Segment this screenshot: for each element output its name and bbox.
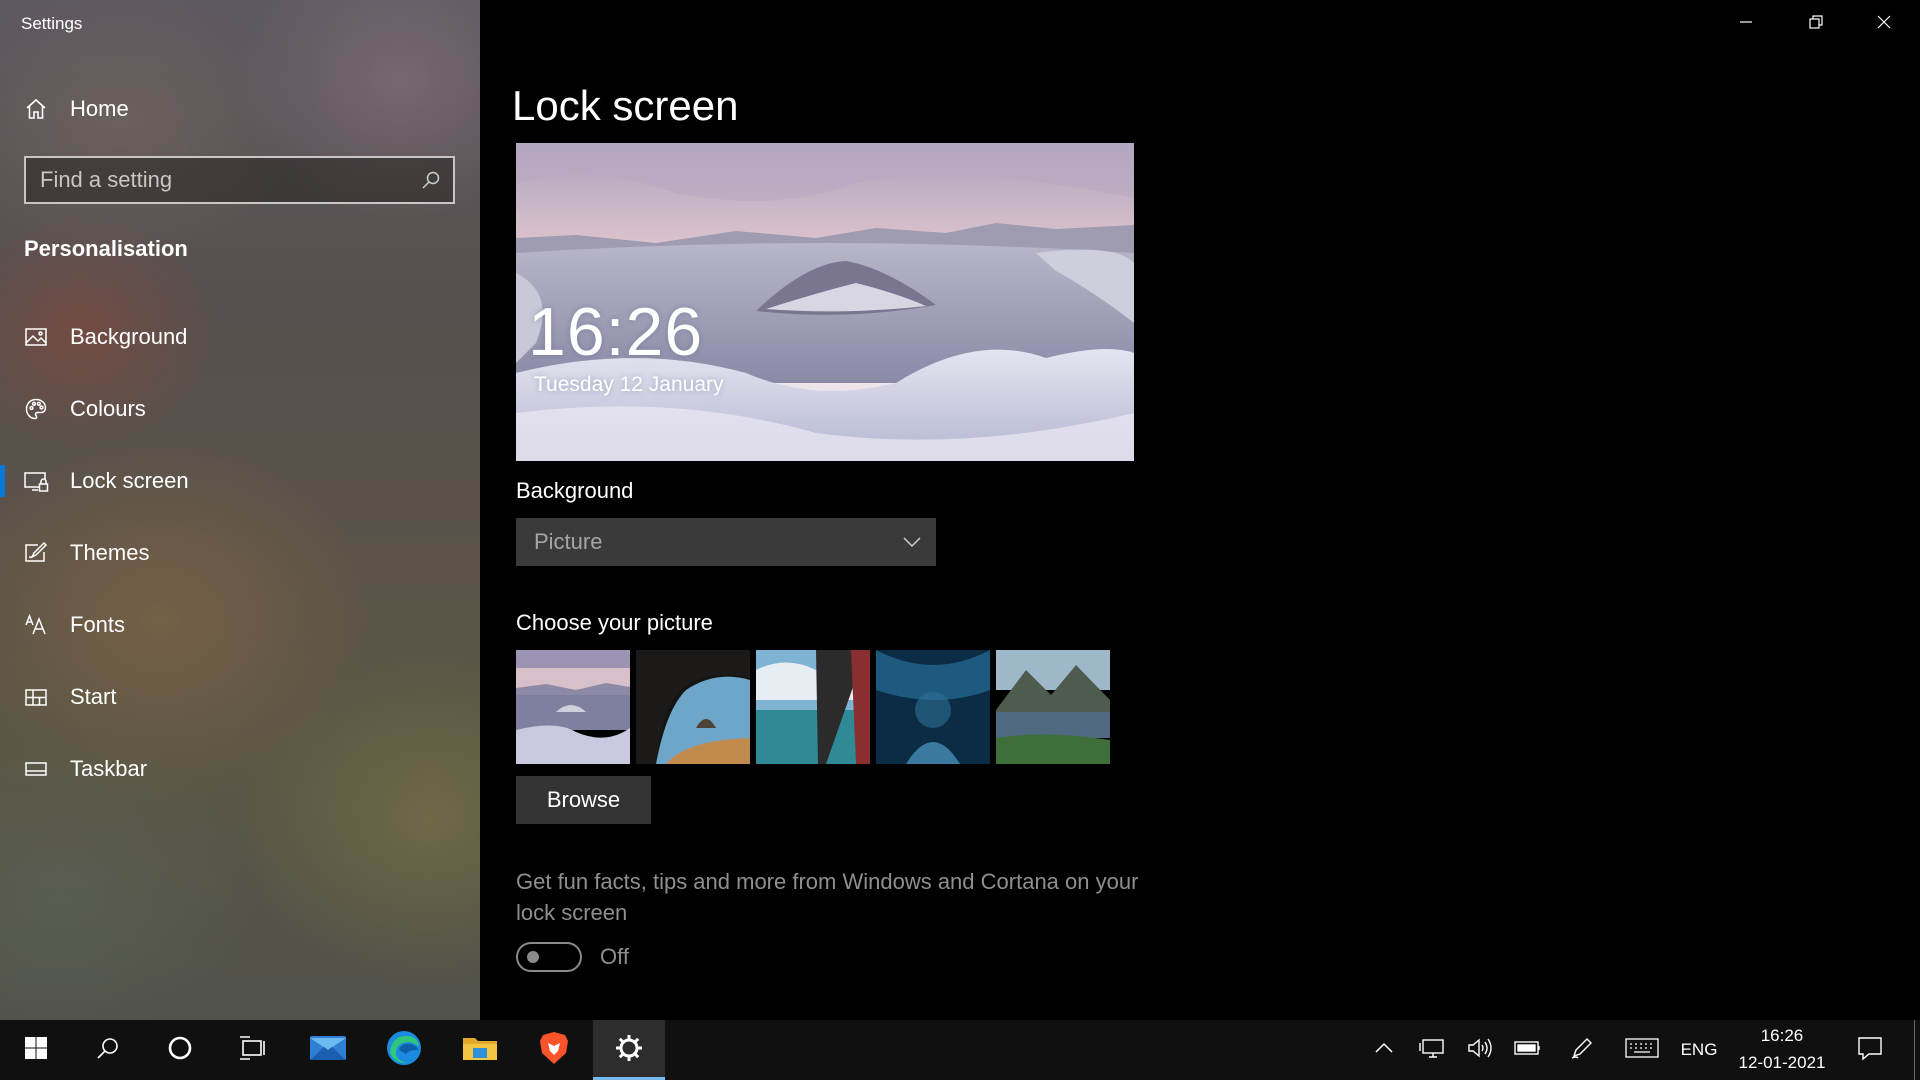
sidebar-item-label: Start (70, 684, 117, 709)
cortana-icon (167, 1035, 193, 1066)
home-icon (23, 96, 49, 122)
background-dropdown-value: Picture (534, 529, 603, 554)
pen-icon (1570, 1036, 1594, 1065)
brave-icon (539, 1031, 569, 1070)
file-explorer-icon (463, 1034, 497, 1067)
touch-keyboard-icon (1625, 1037, 1659, 1064)
preview-date: Tuesday 12 January (534, 373, 724, 396)
taskbar-search-button[interactable] (72, 1020, 144, 1080)
edge-icon (386, 1030, 422, 1071)
sidebar-item-label: Fonts (70, 612, 126, 637)
minimize-icon (1739, 15, 1753, 34)
lock-screen-preview: 16:26 Tuesday 12 January (516, 143, 1134, 461)
background-label: Background (516, 478, 634, 503)
page-title: Lock screen (512, 82, 739, 129)
themes-icon (23, 540, 49, 566)
tips-toggle-state: Off (600, 944, 629, 969)
palette-icon (23, 396, 49, 422)
minimize-button[interactable] (1712, 0, 1780, 48)
show-hidden-icons-button[interactable] (1362, 1020, 1406, 1080)
chevron-down-icon (902, 532, 922, 557)
battery-button[interactable] (1506, 1020, 1550, 1080)
picture-thumbnail-sea-rigging[interactable] (756, 650, 870, 764)
chevron-up-icon (1374, 1041, 1394, 1060)
edge-app-button[interactable] (368, 1020, 440, 1080)
search-icon (96, 1036, 120, 1065)
battery-icon (1514, 1040, 1542, 1061)
sidebar-item-label: Themes (70, 540, 150, 565)
touch-keyboard-button[interactable] (1620, 1020, 1664, 1080)
close-button[interactable] (1850, 0, 1918, 48)
browse-button[interactable]: Browse (516, 776, 651, 824)
app-title: Settings (21, 14, 83, 33)
action-center-button[interactable] (1848, 1020, 1892, 1080)
restore-button[interactable] (1782, 0, 1850, 48)
brave-browser-button[interactable] (518, 1020, 590, 1080)
network-button[interactable] (1410, 1020, 1454, 1080)
sidebar-item-taskbar[interactable]: Taskbar (0, 739, 480, 799)
task-view-icon (238, 1035, 266, 1066)
start-button[interactable] (0, 1020, 72, 1080)
sidebar-item-label: Taskbar (70, 756, 148, 781)
network-icon (1419, 1037, 1445, 1064)
settings-app-button[interactable] (593, 1020, 665, 1080)
sidebar-item-label: Background (70, 324, 188, 349)
settings-icon (615, 1034, 643, 1067)
close-icon (1877, 15, 1891, 34)
clock-time[interactable]: 16:26 (1730, 1026, 1834, 1046)
fonts-icon (23, 612, 49, 638)
volume-button[interactable] (1458, 1020, 1502, 1080)
search-icon[interactable] (421, 170, 441, 190)
sidebar-item-lock-screen[interactable]: Lock screen (0, 451, 480, 511)
choose-picture-label: Choose your picture (516, 610, 713, 635)
toggle-knob (527, 951, 539, 963)
search-input[interactable] (40, 158, 420, 202)
windows-ink-button[interactable] (1560, 1020, 1604, 1080)
volume-icon (1467, 1037, 1493, 1064)
picture-thumbnail-cave-beach[interactable] (636, 650, 750, 764)
home-nav-item[interactable]: Home (0, 79, 480, 139)
notification-icon (1857, 1035, 1883, 1066)
preview-time: 16:26 (528, 294, 704, 370)
restore-icon (1809, 14, 1823, 34)
section-title: Personalisation (24, 236, 188, 261)
lock-screen-icon (23, 468, 49, 494)
mail-app-button[interactable] (292, 1020, 364, 1080)
taskbar-icon (23, 756, 49, 782)
language-indicator[interactable]: ENG (1676, 1020, 1722, 1080)
picture-thumbnail-mountain-lake[interactable] (996, 650, 1110, 764)
sidebar-item-start[interactable]: Start (0, 667, 480, 727)
sidebar-item-label: Lock screen (70, 468, 189, 493)
file-explorer-button[interactable] (444, 1020, 516, 1080)
task-view-button[interactable] (216, 1020, 288, 1080)
sidebar-item-fonts[interactable]: Fonts (0, 595, 480, 655)
sidebar-item-colours[interactable]: Colours (0, 379, 480, 439)
search-box[interactable] (24, 156, 455, 204)
sidebar-item-label: Colours (70, 396, 146, 421)
background-dropdown[interactable]: Picture (516, 518, 936, 566)
windows-start-icon (24, 1036, 48, 1065)
picture-icon (23, 324, 49, 350)
cortana-button[interactable] (144, 1020, 216, 1080)
sidebar-item-background[interactable]: Background (0, 307, 480, 367)
picture-thumbnail-crater-lake[interactable] (516, 650, 630, 764)
sidebar-item-themes[interactable]: Themes (0, 523, 480, 583)
mail-icon (310, 1034, 346, 1067)
picture-thumbnail-ice-cave[interactable] (876, 650, 990, 764)
home-label: Home (70, 96, 129, 121)
tips-toggle-switch[interactable] (516, 942, 582, 972)
sidebar: Settings Home Personalisation Background… (0, 0, 480, 1020)
show-desktop-button[interactable] (1914, 1020, 1920, 1080)
tips-description: Get fun facts, tips and more from Window… (516, 869, 1139, 925)
start-icon (23, 684, 49, 710)
taskbar: ENG 16:26 12-01-2021 (0, 1020, 1920, 1080)
clock-date[interactable]: 12-01-2021 (1730, 1053, 1834, 1073)
